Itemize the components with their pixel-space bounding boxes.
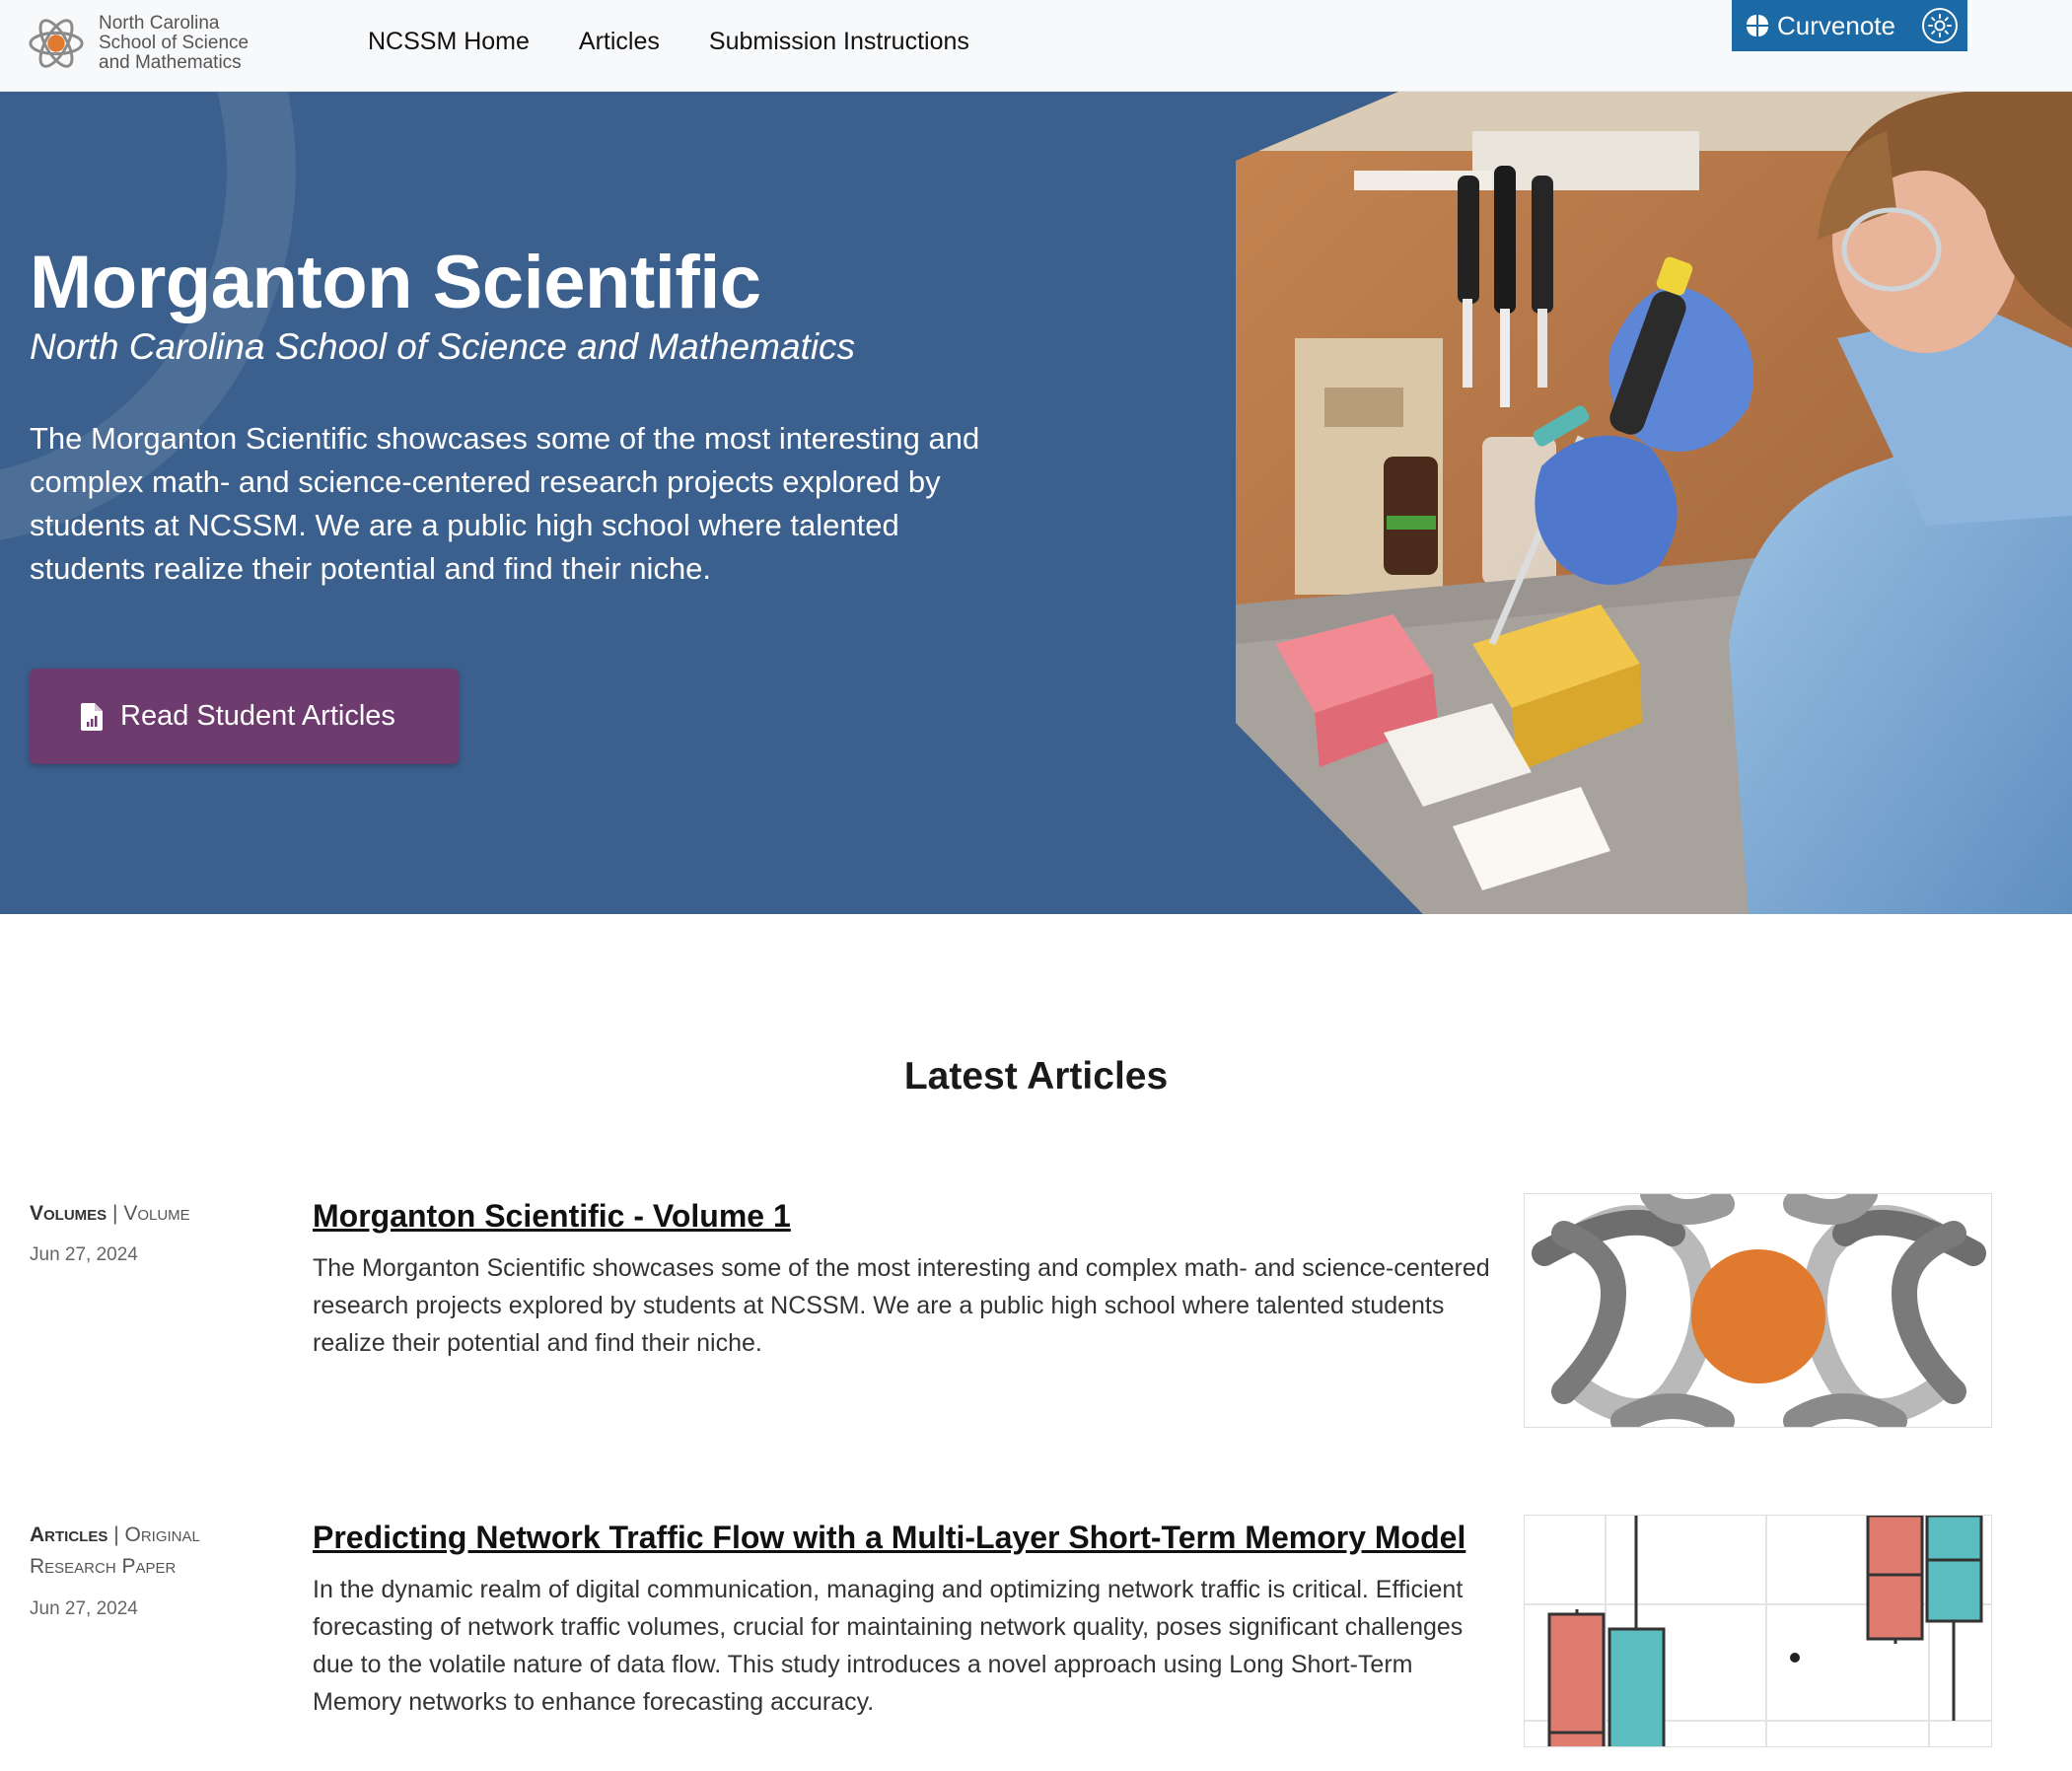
- article-kind: Volumes | Volume: [30, 1202, 190, 1225]
- article-title-link[interactable]: Predicting Network Traffic Flow with a M…: [313, 1520, 1496, 1556]
- nav-link-ncssm-home[interactable]: NCSSM Home: [368, 28, 530, 56]
- article-card: Volumes | Volume Jun 27, 2024 Morganton …: [30, 1193, 2051, 1435]
- latest-articles-heading: Latest Articles: [903, 1055, 1169, 1098]
- hero-title: Morganton Scientific: [30, 241, 761, 324]
- nav-link-submission-instructions[interactable]: Submission Instructions: [709, 28, 969, 56]
- article-thumbnail[interactable]: [1524, 1193, 1992, 1428]
- primary-nav-links: NCSSM Home Articles Submission Instructi…: [368, 28, 1019, 56]
- curvenote-logo-icon: [1747, 15, 1768, 36]
- curvenote-label: Curvenote: [1777, 10, 1895, 40]
- top-navigation-bar: North Carolina School of Science and Mat…: [0, 0, 2072, 92]
- ncssm-brand-link[interactable]: North Carolina School of Science and Mat…: [28, 14, 249, 73]
- hero-subtitle: North Carolina School of Science and Mat…: [30, 326, 856, 367]
- ncssm-atom-logo-icon: [29, 19, 84, 68]
- article-kind-main: Volumes: [30, 1202, 107, 1225]
- article-date: Jun 27, 2024: [30, 1598, 138, 1619]
- brand-line-2: School of Science: [99, 33, 250, 53]
- theme-toggle-sun-icon[interactable]: [1922, 8, 1958, 43]
- article-title-link[interactable]: Morganton Scientific - Volume 1: [313, 1198, 1496, 1235]
- curvenote-badge[interactable]: Curvenote: [1732, 0, 1967, 51]
- document-chart-icon: [81, 702, 103, 731]
- article-kind: Articles | Original Research Paper: [30, 1523, 200, 1578]
- nav-link-articles[interactable]: Articles: [579, 28, 660, 56]
- article-kind-sub: Volume: [123, 1202, 190, 1225]
- read-student-articles-label: Read Student Articles: [120, 700, 395, 732]
- hero-banner: Morganton Scientific North Carolina Scho…: [0, 92, 2072, 914]
- read-student-articles-button[interactable]: Read Student Articles: [30, 669, 459, 764]
- brand-line-1: North Carolina: [99, 13, 220, 34]
- article-card: Articles | Original Research Paper Jun 2…: [30, 1515, 2051, 1756]
- brand-line-3: and Mathematics: [99, 52, 242, 73]
- article-date: Jun 27, 2024: [30, 1244, 138, 1265]
- ncssm-atom-thumbnail-image: [1532, 1194, 1986, 1427]
- ncssm-brand-text: North Carolina School of Science and Mat…: [99, 14, 249, 73]
- article-kind-main: Articles: [30, 1523, 108, 1546]
- article-description: In the dynamic realm of digital communic…: [313, 1576, 1464, 1716]
- hero-description: The Morganton Scientific showcases some …: [30, 421, 980, 586]
- boxplot-thumbnail-image: [1525, 1516, 1991, 1746]
- article-thumbnail[interactable]: [1524, 1515, 1992, 1747]
- hero-lab-photo: [1236, 92, 2072, 914]
- article-description: The Morganton Scientific showcases some …: [313, 1254, 1490, 1357]
